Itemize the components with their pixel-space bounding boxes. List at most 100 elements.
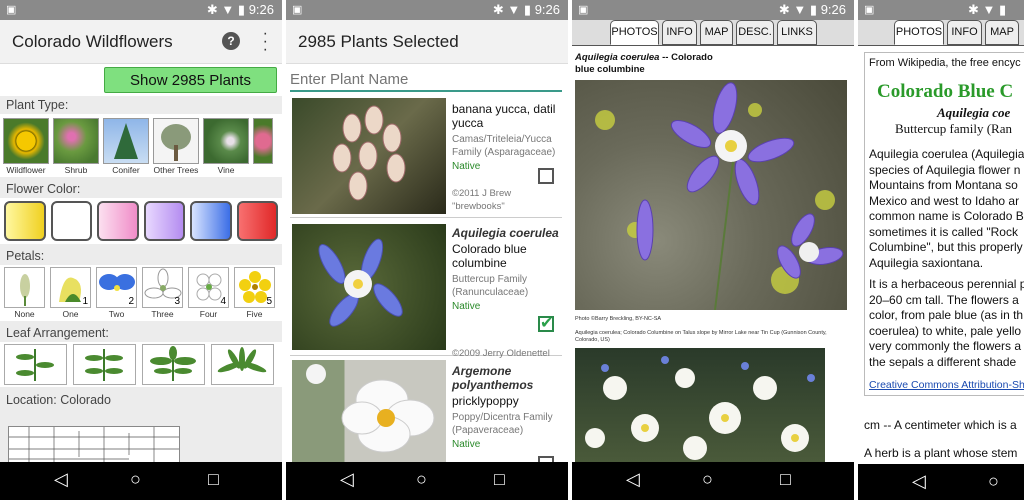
plant-type-conifer[interactable]: Conifer	[103, 118, 149, 175]
glossary-cm: cm -- A centimeter which is a	[864, 418, 1017, 432]
tab-map[interactable]: MAP	[700, 20, 733, 45]
petals-row: None 1 One 2 Two 3 Three 4 Four 5 Five	[0, 265, 282, 321]
back-icon[interactable]: ◁	[54, 469, 68, 490]
conifer-image	[103, 118, 149, 164]
plant-common-name: Colorado blue columbine	[452, 242, 527, 270]
wiki-paragraph-1: Aquilegia coerulea (Aquilegia species of…	[869, 147, 1024, 270]
petals-none[interactable]: None	[4, 267, 45, 319]
flower-color-label: Flower Color:	[6, 182, 81, 196]
recents-icon[interactable]: □	[494, 469, 505, 490]
home-icon[interactable]: ○	[702, 469, 713, 490]
second-photo[interactable]	[575, 348, 825, 462]
help-icon[interactable]: ?	[222, 32, 240, 50]
petals-four[interactable]: 4 Four	[188, 267, 229, 319]
tab-photos[interactable]: PHOTOS	[894, 20, 944, 45]
battery-icon: ▮	[237, 2, 246, 17]
home-icon[interactable]: ○	[988, 471, 999, 492]
plant-search-field[interactable]	[290, 68, 562, 92]
tab-desc[interactable]: DESC.	[736, 20, 774, 45]
plant-common-name: banana yucca, datil yucca	[452, 102, 556, 130]
wifi-icon: ▼	[982, 2, 996, 17]
app-bar: Colorado Wildflowers ? · · ·	[0, 20, 282, 64]
battery-icon: ▮	[809, 2, 818, 17]
notification-icon: ▣	[864, 4, 875, 16]
color-blue-swatch[interactable]	[190, 201, 232, 241]
leaf-alternate[interactable]	[4, 344, 67, 385]
glossary-herb: A herb is a plant whose stem	[864, 446, 1018, 460]
plant-type-other-trees[interactable]: Other Trees	[153, 118, 199, 175]
bluetooth-icon: ✱	[968, 2, 979, 17]
wiki-title: Colorado Blue C	[877, 81, 1014, 102]
home-icon[interactable]: ○	[130, 469, 141, 490]
main-photo[interactable]	[575, 80, 847, 311]
native-label: Native	[452, 439, 481, 450]
leaf-opposite[interactable]	[73, 344, 136, 385]
color-white-swatch[interactable]	[50, 201, 92, 241]
bluetooth-icon: ✱	[492, 2, 504, 17]
petals-five[interactable]: 5 Five	[234, 267, 275, 319]
tab-info[interactable]: INFO	[947, 20, 982, 45]
yucca-photo	[292, 98, 446, 214]
status-time: 9:26	[248, 2, 274, 17]
plant-type-shrub[interactable]: Shrub	[53, 118, 99, 175]
wiki-latin: Aquilegia coe	[937, 105, 1011, 120]
tab-info[interactable]: INFO	[662, 20, 697, 45]
petals-label: Petals:	[6, 249, 45, 263]
tab-links[interactable]: LINKS	[777, 20, 817, 45]
plant-type-row: Wildflower Shrub Conifer Other Trees Vin…	[0, 114, 282, 177]
status-bar: ▣ ✱ ▼ ▮ 9:26	[572, 0, 854, 20]
plant-heading: Aquilegia coerulea -- Colorado blue colu…	[575, 52, 715, 76]
status-bar: ▣ ✱ ▼ ▮	[858, 0, 1024, 20]
wifi-icon: ▼	[507, 2, 521, 17]
overflow-menu-icon[interactable]: · · ·	[263, 26, 268, 58]
system-nav-bar: ◁ ○ □	[0, 462, 282, 500]
plant-info: Argemone polyanthemos pricklypoppy Poppy…	[452, 364, 560, 451]
flower-color-row	[0, 198, 282, 244]
plant-search-input[interactable]	[290, 68, 562, 90]
status-time: 9:26	[820, 2, 846, 17]
back-icon[interactable]: ◁	[912, 471, 926, 492]
status-bar: ▣ ✱ ▼ ▮ 9:26	[0, 0, 282, 20]
color-purple-swatch[interactable]	[143, 201, 185, 241]
notification-icon: ▣	[292, 4, 303, 16]
leaf-arrangement-label: Leaf Arrangement:	[6, 326, 109, 340]
select-checkbox[interactable]	[538, 168, 554, 184]
petals-two[interactable]: 2 Two	[96, 267, 137, 319]
bluetooth-icon: ✱	[206, 2, 218, 17]
recents-icon[interactable]: □	[780, 469, 791, 490]
petals-one[interactable]: 1 One	[50, 267, 91, 319]
system-nav-bar: ◁ ○ □	[572, 462, 854, 500]
tab-photos[interactable]: PHOTOS	[610, 20, 659, 45]
plant-type-vine[interactable]: Vine	[203, 118, 249, 175]
petals-three[interactable]: 3 Three	[142, 267, 183, 319]
pricklypoppy-photo	[292, 360, 446, 462]
plant-family: Buttercup Family (Ranunculaceae)	[452, 274, 529, 298]
wiki-family: Buttercup family (Ran	[895, 121, 1012, 136]
plant-type-wildflower[interactable]: Wildflower	[3, 118, 49, 175]
battery-icon: ▮	[523, 2, 532, 17]
wifi-icon: ▼	[221, 2, 235, 17]
plant-list-item[interactable]: Aquilegia coerulea Colorado blue columbi…	[290, 220, 562, 359]
notification-icon: ▣	[6, 4, 17, 16]
bluetooth-icon: ✱	[778, 2, 790, 17]
plant-type-more[interactable]	[253, 118, 273, 175]
back-icon[interactable]: ◁	[626, 469, 640, 490]
tab-map[interactable]: MAP	[985, 20, 1019, 45]
home-icon[interactable]: ○	[416, 469, 427, 490]
plant-list-item[interactable]: Argemone polyanthemos pricklypoppy Poppy…	[290, 358, 562, 472]
show-plants-button[interactable]: Show 2985 Plants	[104, 67, 277, 93]
status-time: 9:26	[534, 2, 560, 17]
select-checkbox[interactable]: ✔	[538, 316, 554, 332]
location-map[interactable]	[8, 426, 180, 466]
leaf-basal[interactable]	[211, 344, 274, 385]
screenshot-strip: ▣ ✱ ▼ ▮ 9:26 Colorado Wildflowers ? · · · …	[0, 0, 1024, 500]
creative-commons-link[interactable]: Creative Commons Attribution-Sha	[869, 379, 1024, 391]
color-pink-swatch[interactable]	[97, 201, 139, 241]
color-yellow-swatch[interactable]	[4, 201, 46, 241]
recents-icon[interactable]: □	[208, 469, 219, 490]
leaf-whorled[interactable]	[142, 344, 205, 385]
color-red-swatch[interactable]	[236, 201, 278, 241]
plant-list-item[interactable]: banana yucca, datil yucca Camas/Tritelei…	[290, 96, 562, 218]
back-icon[interactable]: ◁	[340, 469, 354, 490]
plant-family: Camas/Triteleia/Yucca Family (Asparagace…	[452, 134, 556, 158]
